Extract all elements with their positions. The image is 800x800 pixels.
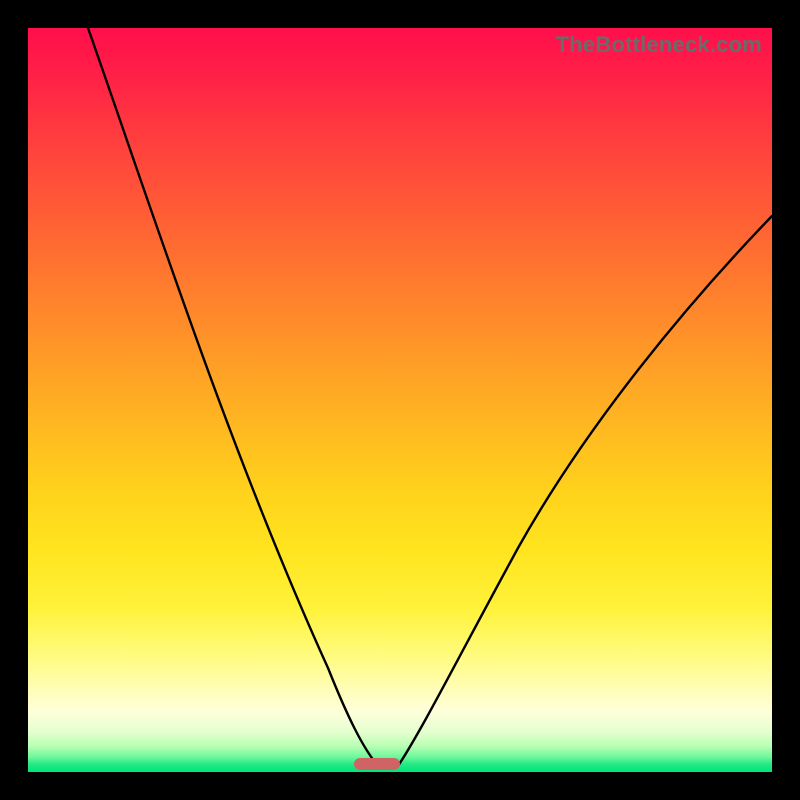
plot-area: TheBottleneck.com — [28, 28, 772, 772]
bottleneck-curve — [28, 28, 772, 772]
chart-frame: TheBottleneck.com — [0, 0, 800, 800]
optimal-range-marker — [354, 758, 400, 770]
